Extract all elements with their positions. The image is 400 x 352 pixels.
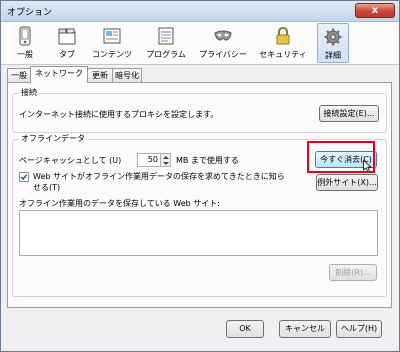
cache-size-unit: MB まで使用する <box>176 156 239 165</box>
notify-checkbox[interactable] <box>19 172 29 182</box>
pane-label: プライバシー <box>199 50 247 59</box>
pane-advanced[interactable]: 詳細 <box>317 23 349 63</box>
pane-label: プログラム <box>146 50 186 59</box>
phone-icon <box>19 26 31 46</box>
connection-settings-button[interactable]: 接続設定(E)... <box>319 105 379 122</box>
connection-description: インターネット接続に使用するプロキシを設定します。 <box>19 110 219 119</box>
close-icon: x <box>371 5 379 16</box>
gear-icon <box>324 28 342 46</box>
notify-label-line2: せる(T) <box>33 183 61 192</box>
tab-update[interactable]: 更新 <box>87 68 113 82</box>
tabs-icon <box>58 28 76 45</box>
offline-sites-list[interactable] <box>19 210 378 256</box>
pane-privacy[interactable]: プライバシー <box>195 23 251 63</box>
preference-toolbar: 一般 タブ コンテンツ プログラム プライバシー セキュリティ 詳細 <box>1 22 399 65</box>
pane-label: セキュリティ <box>259 50 307 59</box>
exceptions-button[interactable]: 例外サイト(X)... <box>316 174 378 191</box>
pane-label: タブ <box>59 50 75 59</box>
close-button[interactable]: x <box>355 3 395 18</box>
pane-security[interactable]: セキュリティ <box>255 23 311 63</box>
pane-label: 一般 <box>17 50 33 59</box>
programs-icon <box>158 27 174 45</box>
spinner-up-icon <box>163 156 169 159</box>
pane-label: 詳細 <box>325 51 341 60</box>
connection-group: 接続 インターネット接続に使用するプロキシを設定します。 接続設定(E)... <box>12 87 387 133</box>
help-button[interactable]: ヘルプ(H) <box>336 320 382 338</box>
spinner-down-icon <box>163 162 169 165</box>
pane-content[interactable]: コンテンツ <box>87 23 137 63</box>
title-bar: オプション x <box>1 1 399 22</box>
mask-icon <box>214 30 232 41</box>
offline-group-title: オフラインデータ <box>19 133 87 144</box>
padlock-icon <box>276 26 290 45</box>
cancel-button[interactable]: キャンセル <box>279 320 331 338</box>
tab-network[interactable]: ネットワーク <box>30 66 88 83</box>
connection-group-title: 接続 <box>19 87 39 98</box>
pane-tabs[interactable]: タブ <box>49 23 85 63</box>
checkmark-icon <box>20 174 28 180</box>
notify-label-line1: Web サイトがオフライン作業用データの保存を求めてきたときに知ら <box>33 172 285 181</box>
highlight-box <box>307 141 375 173</box>
window-title: オプション <box>7 8 53 18</box>
network-panel: 接続 インターネット接続に使用するプロキシを設定します。 接続設定(E)... … <box>7 82 392 308</box>
cache-size-spinner[interactable] <box>161 153 171 167</box>
content-icon <box>103 28 121 44</box>
tab-encryption[interactable]: 暗号化 <box>112 68 142 82</box>
cache-size-label: ページキャッシュとして (U) <box>19 156 122 165</box>
remove-button[interactable]: 削除(R)... <box>329 264 377 281</box>
pane-programs[interactable]: プログラム <box>141 23 191 63</box>
ok-button[interactable]: OK <box>226 320 264 338</box>
pane-general[interactable]: 一般 <box>7 23 43 63</box>
tab-general[interactable]: 一般 <box>7 68 31 82</box>
cache-size-input[interactable]: 50 <box>137 153 161 167</box>
pane-label: コンテンツ <box>92 50 132 59</box>
options-dialog: オプション x 一般 タブ コンテンツ プログラム プライバシー セキュリティ … <box>0 0 400 352</box>
offline-sites-label: オフライン作業用のデータを保存している Web サイト: <box>19 199 220 208</box>
